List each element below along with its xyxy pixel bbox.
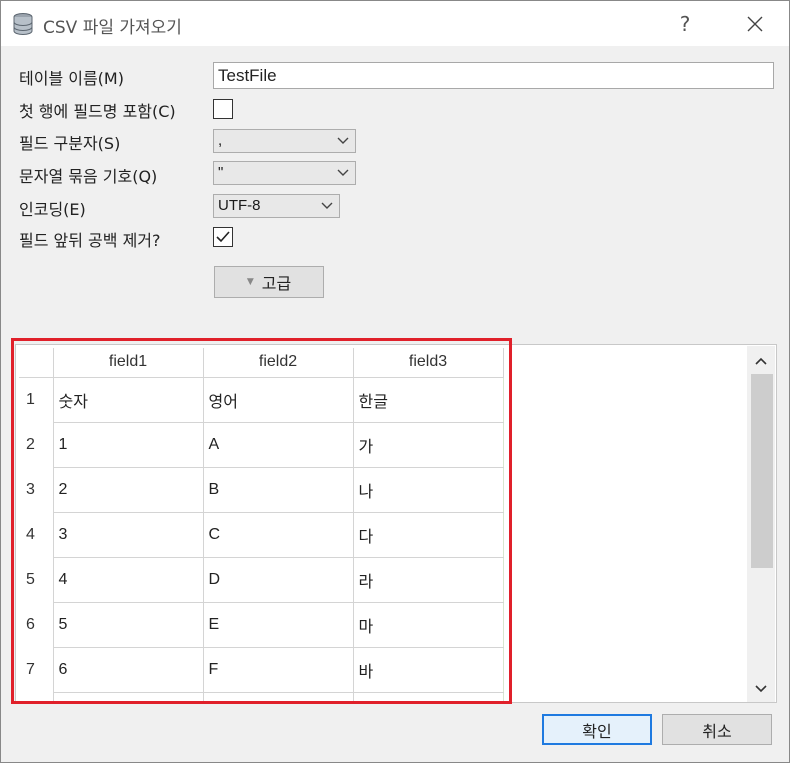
checkmark-icon [216,231,230,243]
row-number: 3 [19,467,54,512]
scroll-down-button[interactable] [747,676,775,702]
table-cell[interactable]: 4 [53,557,204,603]
quote-value: " [218,164,224,181]
table-cell[interactable]: 다 [353,512,504,558]
table-cell[interactable]: 마 [353,602,504,648]
encoding-select[interactable]: UTF-8 [213,194,340,218]
row-number [19,692,54,703]
column-header[interactable]: field2 [203,348,354,378]
table-cell[interactable]: D [203,557,354,603]
table-cell[interactable]: 영어 [203,377,354,423]
trim-label: 필드 앞뒤 공백 제거? [19,231,161,250]
table-cell[interactable]: B [203,467,354,513]
advanced-label: 고급 [261,274,292,293]
close-icon [747,16,763,32]
trim-checkbox[interactable] [213,227,233,247]
help-button[interactable]: ? [665,7,705,41]
table-cell[interactable]: 2 [53,467,204,513]
scrollbar-thumb[interactable] [751,374,773,568]
table-row: 21A가 [19,422,504,468]
csv-import-dialog: CSV 파일 가져오기 ? 테이블 이름(M) 첫 행에 필드명 포함(C) 필… [0,0,790,763]
quote-select[interactable]: " [213,161,356,185]
chevron-down-icon [755,685,767,693]
table-cell[interactable]: 6 [53,647,204,693]
preview-grid: field1 field2 field3 1 숫자 영어 한글 2 1 A 가 3 2 B 나 4 3 C 다… [15,344,777,703]
column-header[interactable]: field3 [353,348,504,378]
table-header-row: field1 field2 field3 [19,348,504,378]
ok-button[interactable]: 확인 [542,714,652,745]
scroll-up-button[interactable] [747,348,775,374]
table-cell[interactable]: F [203,647,354,693]
corner-cell [19,348,54,378]
separator-select[interactable]: , [213,129,356,153]
header-row-checkbox[interactable] [213,99,233,119]
vertical-scrollbar[interactable] [747,346,775,702]
row-number: 4 [19,512,54,557]
preview-table: field1 field2 field3 1 숫자 영어 한글 2 1 A 가 3 2 B 나 4 3 C 다… [19,348,504,703]
table-cell[interactable]: 바 [353,647,504,693]
table-cell[interactable]: C [203,512,354,558]
chevron-up-icon [755,357,767,365]
table-name-label: 테이블 이름(M) [19,69,124,88]
table-cell[interactable] [353,692,504,703]
row-number: 5 [19,557,54,602]
row-number: 1 [19,377,54,422]
triangle-down-icon: ▼ [246,277,254,287]
cancel-button[interactable]: 취소 [662,714,772,745]
column-header[interactable]: field1 [53,348,204,378]
row-number: 6 [19,602,54,647]
database-icon [13,13,33,35]
separator-value: , [218,132,223,149]
table-row: 32B나 [19,467,504,513]
table-row: 65E마 [19,602,504,648]
chevron-down-icon [337,137,349,144]
table-cell[interactable]: 숫자 [53,377,204,423]
table-row: 43C다 [19,512,504,558]
table-cell[interactable]: 한글 [353,377,504,423]
row-number: 7 [19,647,54,692]
table-cell[interactable]: 가 [353,422,504,468]
table-row: 76F바 [19,647,504,693]
table-cell[interactable]: 5 [53,602,204,648]
table-cell[interactable] [203,692,354,703]
table-cell[interactable]: 라 [353,557,504,603]
table-cell[interactable]: A [203,422,354,468]
title-bar: CSV 파일 가져오기 ? [1,1,789,46]
table-cell[interactable]: 3 [53,512,204,558]
preview-table-wrapper: field1 field2 field3 1 숫자 영어 한글 2 1 A 가 3 2 B 나 4 3 C 다… [19,348,505,703]
chevron-down-icon [321,202,333,209]
header-row-label: 첫 행에 필드명 포함(C) [19,102,176,121]
encoding-value: UTF-8 [218,197,261,214]
encoding-label: 인코딩(E) [19,200,86,219]
table-name-input[interactable] [213,62,774,89]
chevron-down-icon [337,169,349,176]
table-cell[interactable]: 나 [353,467,504,513]
window-title: CSV 파일 가져오기 [43,18,182,38]
separator-label: 필드 구분자(S) [19,134,121,153]
table-row: 54D라 [19,557,504,603]
table-row [19,692,504,703]
table-row: 1 숫자 영어 한글 [19,377,504,423]
quote-label: 문자열 묶음 기호(Q) [19,167,158,186]
table-cell[interactable]: 1 [53,422,204,468]
close-button[interactable] [735,7,775,41]
advanced-button[interactable]: ▼ 고급 [214,266,324,298]
row-number: 2 [19,422,54,467]
table-cell[interactable]: E [203,602,354,648]
table-cell[interactable] [53,692,204,703]
